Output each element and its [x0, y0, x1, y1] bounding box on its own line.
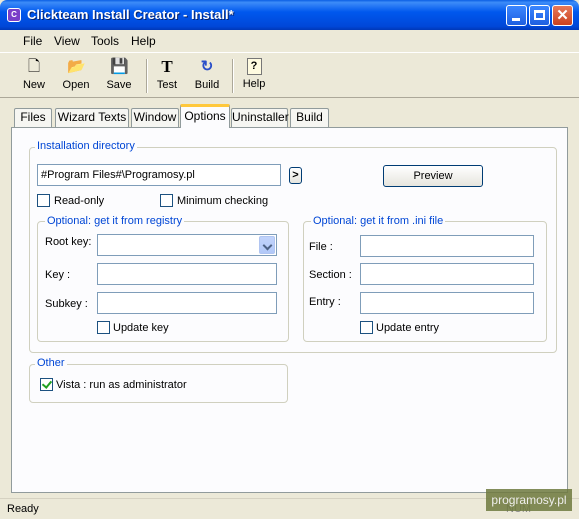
section-input[interactable] [360, 263, 534, 285]
floppy-disk-icon: 💾 [110, 58, 129, 75]
tab-uninstaller[interactable]: Uninstaller [231, 108, 289, 127]
browse-button[interactable]: > [289, 167, 302, 184]
open-folder-icon: 📂 [67, 58, 86, 75]
root-key-label: Root key: [45, 236, 92, 248]
other-legend: Other [35, 357, 67, 369]
test-text-icon: T [161, 57, 173, 76]
title-bar[interactable]: C Clickteam Install Creator - Install* ✕ [0, 0, 579, 30]
read-only-label: Read-only [54, 195, 105, 207]
close-icon: ✕ [556, 7, 569, 24]
vista-admin-label: Vista : run as administrator [56, 379, 187, 391]
test-label: Test [156, 79, 178, 91]
key-input[interactable] [97, 263, 277, 285]
menu-tools[interactable]: Tools [91, 34, 119, 48]
open-label: Open [62, 79, 90, 91]
file-input[interactable] [360, 235, 534, 257]
installation-directory-legend: Installation directory [35, 140, 137, 152]
test-button[interactable]: T Test [147, 57, 187, 92]
minimize-button[interactable] [506, 5, 527, 26]
help-button[interactable]: ? Help [234, 58, 274, 90]
status-text: Ready [7, 503, 39, 515]
close-button[interactable]: ✕ [552, 5, 573, 26]
ini-file-legend: Optional: get it from .ini file [311, 215, 446, 227]
vista-admin-checkbox[interactable] [40, 378, 53, 391]
save-button[interactable]: 💾 Save [99, 58, 139, 91]
build-button[interactable]: ↻ Build [187, 58, 227, 91]
root-key-select[interactable] [97, 234, 277, 256]
maximize-icon [534, 10, 545, 20]
tab-files[interactable]: Files [14, 108, 52, 127]
file-label: File : [309, 241, 333, 253]
tab-window[interactable]: Window [131, 108, 179, 127]
new-button[interactable]: 🗋 New [14, 58, 54, 91]
update-entry-label: Update entry [376, 322, 439, 334]
subkey-input[interactable] [97, 292, 277, 314]
maximize-button[interactable] [529, 5, 550, 26]
toolbar: 🗋 New 📂 Open 💾 Save T Test ↻ Build ? Hel… [0, 52, 579, 98]
minimum-checking-label: Minimum checking [177, 195, 269, 207]
section-label: Section : [309, 269, 352, 281]
tab-options[interactable]: Options [180, 104, 230, 128]
entry-input[interactable] [360, 292, 534, 314]
entry-label: Entry : [309, 296, 341, 308]
save-label: Save [106, 79, 132, 91]
window-title: Clickteam Install Creator - Install* [27, 7, 234, 22]
chevron-down-icon[interactable] [259, 236, 275, 254]
tab-wizard-texts[interactable]: Wizard Texts [55, 108, 129, 127]
app-window: C Clickteam Install Creator - Install* ✕… [0, 0, 579, 519]
new-label: New [22, 79, 45, 91]
tab-build[interactable]: Build [290, 108, 329, 127]
update-key-checkbox[interactable] [97, 321, 110, 334]
key-label: Key : [45, 269, 71, 281]
update-key-label: Update key [113, 322, 169, 334]
menu-help[interactable]: Help [131, 34, 156, 48]
read-only-checkbox[interactable] [37, 194, 50, 207]
options-panel: Installation directory #Program Files#\P… [11, 127, 568, 493]
watermark: programosy.pl [486, 489, 572, 511]
menu-bar: File View Tools Help [0, 30, 579, 52]
help-label: Help [242, 78, 266, 90]
open-button[interactable]: 📂 Open [56, 58, 96, 91]
menu-file[interactable]: File [23, 34, 42, 48]
build-label: Build [194, 79, 220, 91]
preview-button[interactable]: Preview [383, 165, 483, 187]
help-icon: ? [246, 58, 262, 75]
update-entry-checkbox[interactable] [360, 321, 373, 334]
new-document-icon: 🗋 [27, 58, 41, 75]
menu-view[interactable]: View [54, 34, 80, 48]
registry-legend: Optional: get it from registry [45, 215, 185, 227]
install-path-input[interactable]: #Program Files#\Programosy.pl [37, 164, 281, 186]
app-icon: C [7, 8, 21, 22]
build-icon: ↻ [200, 58, 214, 75]
minimum-checking-checkbox[interactable] [160, 194, 173, 207]
minimize-icon [512, 18, 520, 21]
subkey-label: Subkey : [45, 298, 88, 310]
